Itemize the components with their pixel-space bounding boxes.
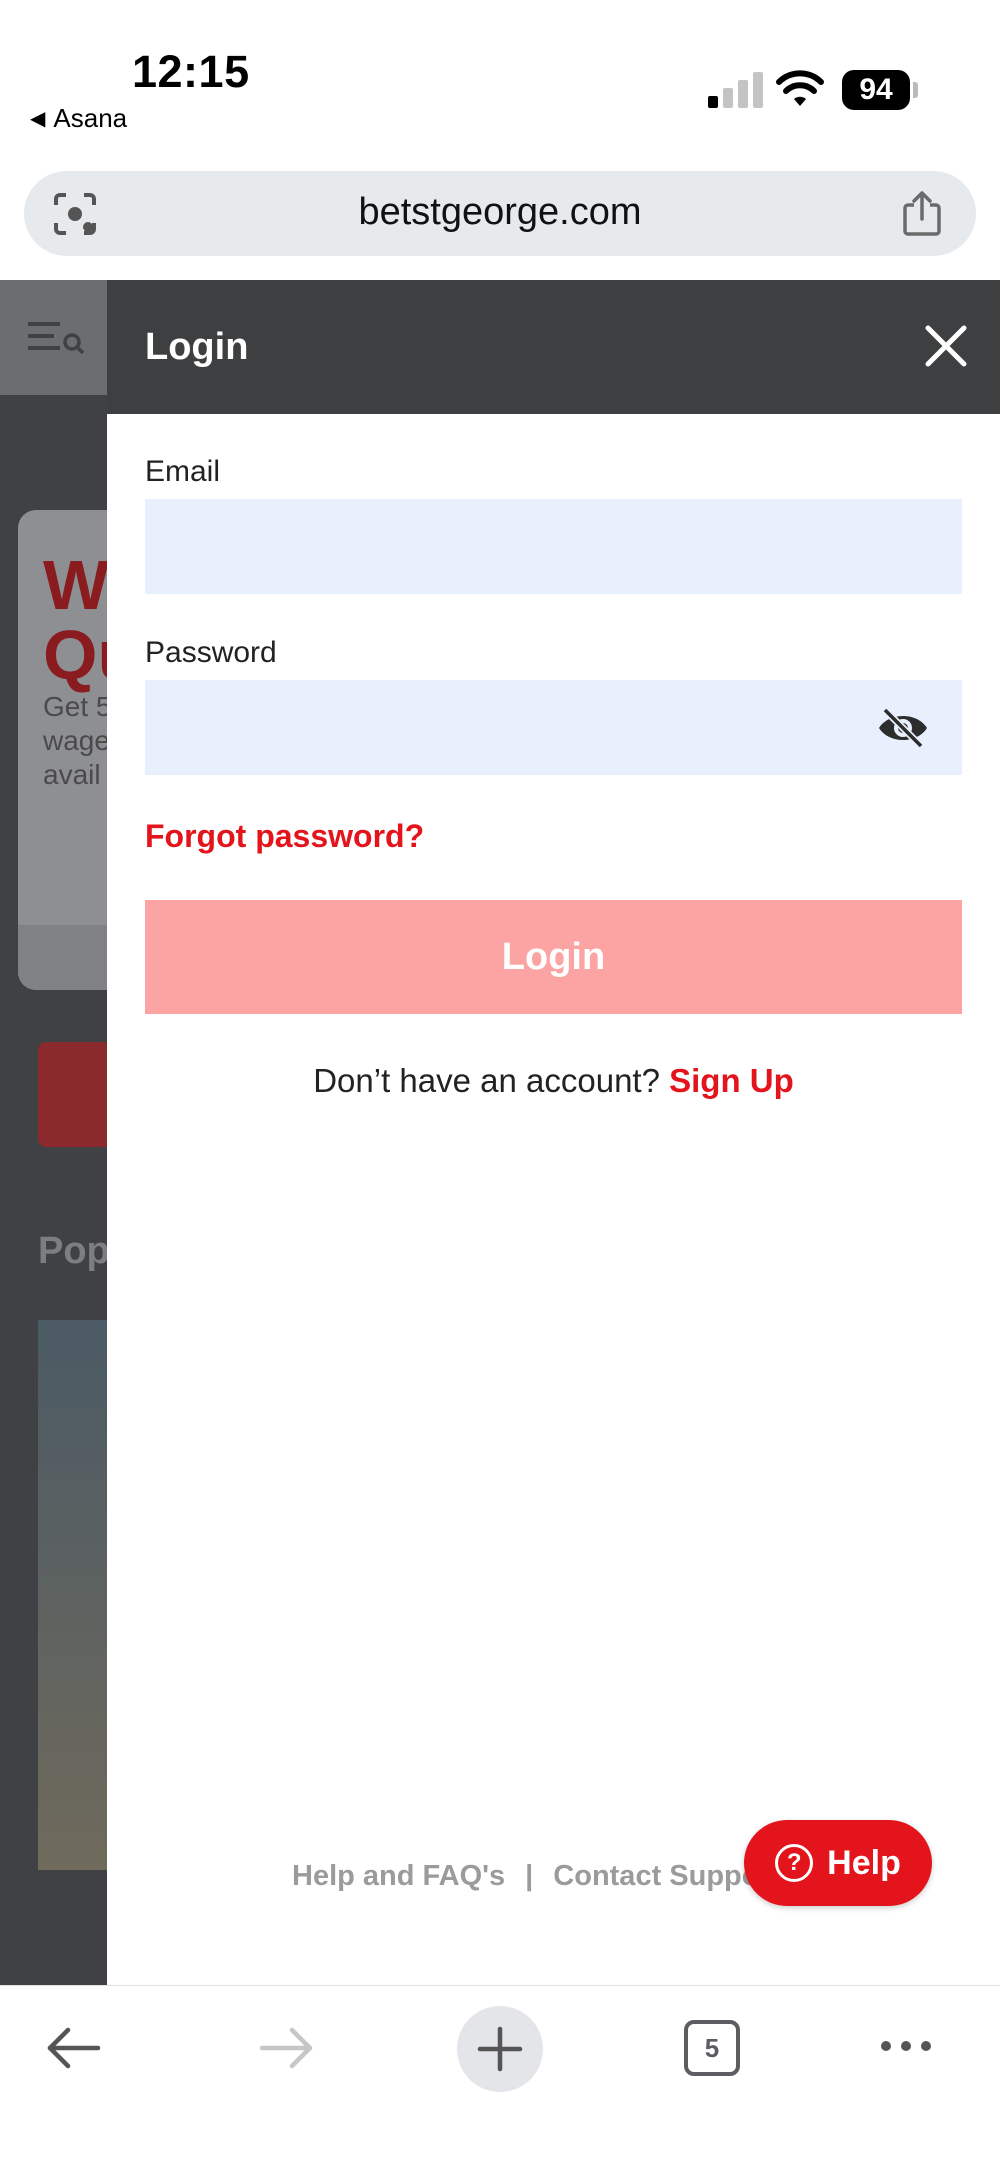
login-title: Login xyxy=(145,326,249,368)
address-bar[interactable]: betstgeorge.com xyxy=(24,171,976,256)
forward-arrow-icon[interactable] xyxy=(256,2024,316,2072)
plus-icon xyxy=(477,2026,523,2072)
help-faq-link[interactable]: Help and FAQ's xyxy=(292,1860,505,1892)
back-app-label: Asana xyxy=(53,103,128,133)
no-account-text: Don’t have an account? xyxy=(313,1062,660,1099)
forgot-password-link[interactable]: Forgot password? xyxy=(145,818,424,855)
question-circle-icon: ? xyxy=(775,1844,814,1882)
share-icon[interactable] xyxy=(900,189,944,237)
show-password-eye-slash-icon[interactable] xyxy=(875,704,931,752)
menu-search-icon xyxy=(28,322,85,355)
promo-text: Get 5 wage avail xyxy=(43,691,112,790)
login-button[interactable]: Login xyxy=(145,900,962,1014)
password-field[interactable] xyxy=(145,680,962,775)
signup-row: Don’t have an account? Sign Up xyxy=(107,1062,1000,1100)
background-popular-heading: Pop xyxy=(38,1230,110,1272)
login-drawer-header: Login xyxy=(107,280,1000,414)
browser-toolbar: 5 xyxy=(0,1985,1000,2171)
background-topbar xyxy=(0,280,108,395)
back-arrow-icon[interactable] xyxy=(44,2024,104,2072)
battery-nub xyxy=(913,82,918,98)
more-options-icon[interactable] xyxy=(878,2036,934,2056)
email-label: Email xyxy=(145,455,221,488)
wifi-icon xyxy=(776,70,824,106)
battery-indicator: 94 xyxy=(842,70,910,110)
help-button-label: Help xyxy=(827,1843,901,1882)
url-text: betstgeorge.com xyxy=(358,191,642,233)
email-field[interactable] xyxy=(145,499,962,594)
footer-separator: | xyxy=(525,1860,534,1892)
sign-up-link[interactable]: Sign Up xyxy=(669,1062,794,1099)
status-time: 12:15 xyxy=(132,46,250,97)
tab-switcher-button[interactable]: 5 xyxy=(684,2020,740,2076)
login-drawer: Login Email Password Forgot password? Lo… xyxy=(107,280,1000,1985)
status-bar: 12:15 ◀ Asana 94 xyxy=(0,0,1000,150)
help-button[interactable]: ? Help xyxy=(744,1820,932,1906)
back-triangle-icon: ◀ xyxy=(30,108,46,130)
password-label: Password xyxy=(145,636,277,669)
new-tab-button[interactable] xyxy=(457,2006,543,2092)
cellular-signal-icon xyxy=(708,72,763,108)
back-to-app-link[interactable]: ◀ Asana xyxy=(30,103,127,134)
close-icon[interactable] xyxy=(922,322,970,370)
